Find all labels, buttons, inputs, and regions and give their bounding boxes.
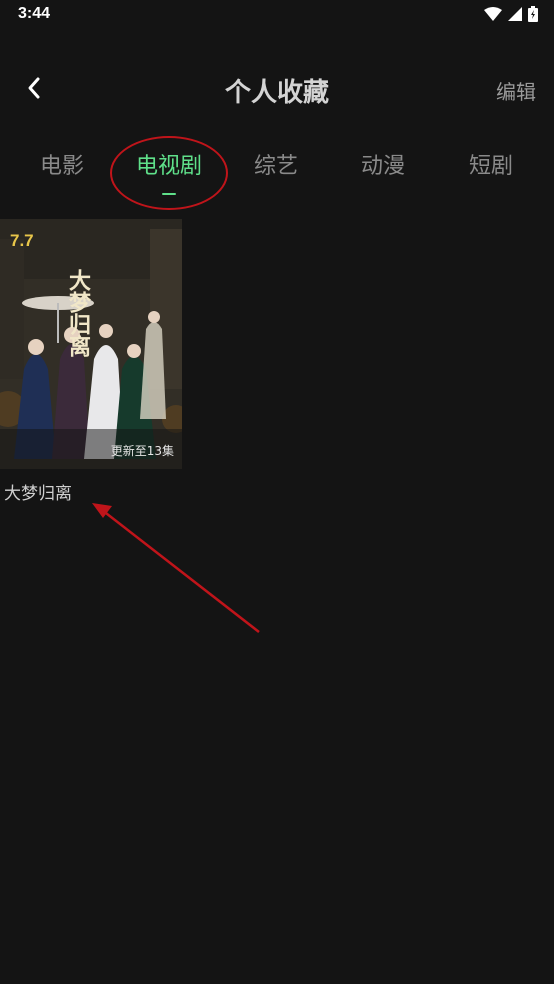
poster-title-art: 大梦归离	[65, 269, 91, 357]
tab-movie[interactable]: 电影	[40, 148, 84, 180]
annotation-circle	[110, 136, 228, 210]
favorite-card[interactable]: 大梦归离 7.7 更新至13集 大梦归离	[0, 219, 182, 504]
tab-short-drama[interactable]: 短剧	[469, 148, 513, 180]
header: 个人收藏 编辑	[0, 60, 554, 116]
status-icons	[484, 6, 538, 22]
wifi-icon	[484, 7, 502, 21]
signal-icon	[508, 7, 522, 21]
status-time: 3:44	[18, 5, 51, 22]
tab-variety[interactable]: 综艺	[254, 148, 298, 180]
tab-anime[interactable]: 动漫	[361, 148, 405, 180]
battery-icon	[528, 6, 538, 22]
card-title: 大梦归离	[4, 484, 72, 504]
edit-button[interactable]: 编辑	[496, 76, 536, 105]
status-bar: 3:44	[0, 0, 554, 32]
update-status: 更新至13集	[110, 444, 174, 458]
category-tabs: 电影 电视剧 综艺 动漫 短剧	[0, 148, 554, 198]
poster-image: 大梦归离 7.7 更新至13集	[0, 219, 182, 469]
rating-badge: 7.7	[10, 231, 34, 250]
poster-artwork: 大梦归离	[0, 219, 182, 469]
page-title: 个人收藏	[224, 78, 329, 108]
